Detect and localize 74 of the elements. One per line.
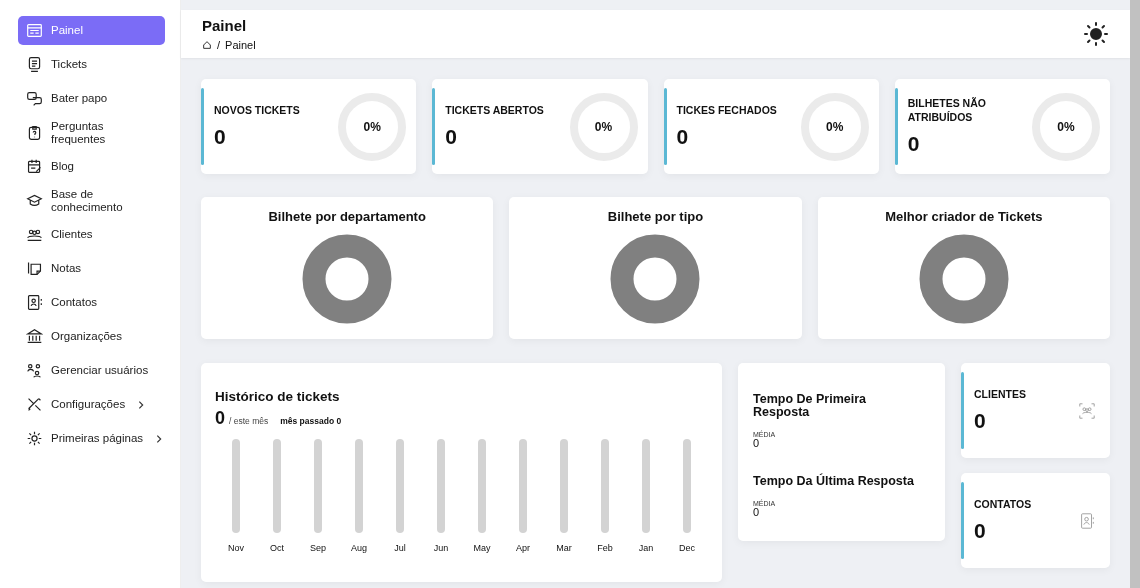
month-label: May (473, 543, 491, 553)
scrollbar[interactable] (1130, 0, 1140, 588)
month-label: Sep (310, 543, 326, 553)
tools-icon (26, 396, 43, 413)
bank-icon (26, 328, 43, 345)
month-label: Jul (394, 543, 406, 553)
previous-month-label: mês passado 0 (280, 416, 342, 426)
sidebar-item[interactable]: Clientes (18, 220, 165, 249)
metric-value: 0 (753, 507, 761, 519)
clipboard-icon (26, 124, 43, 141)
month-label: Aug (351, 543, 367, 553)
page-title: Painel (202, 17, 248, 34)
sidebar-item[interactable]: Organizações (18, 322, 165, 351)
counter-label: CONTATOS (974, 497, 1033, 512)
stat-value: 0 (445, 125, 458, 150)
month-label: Mar (556, 543, 572, 553)
sidebar-item[interactable]: Painel (18, 16, 165, 45)
chevron-right-icon (155, 433, 164, 444)
history-count: 0 (215, 408, 225, 429)
month-label: Oct (270, 543, 284, 553)
sidebar-item[interactable]: Bater papo (18, 84, 165, 113)
percent-label: 0% (594, 119, 613, 134)
gear-icon (26, 430, 43, 447)
sun-icon[interactable] (1084, 22, 1108, 46)
month-label: Dec (679, 543, 695, 553)
stat-label: TICKETS ABERTOS (445, 103, 545, 118)
note-icon (26, 260, 43, 277)
percent-label: 0% (1057, 119, 1075, 134)
percent-label: 0% (826, 119, 844, 134)
period-label: / este mês (229, 416, 269, 426)
sidebar-item[interactable]: Configurações (18, 390, 165, 419)
stat-value: 0 (907, 132, 921, 157)
month-label: Nov (228, 543, 244, 553)
user-group-icon (26, 362, 43, 379)
sidebar-item[interactable]: Blog (18, 152, 165, 181)
graduation-cap-icon (26, 192, 43, 209)
calendar-icon (26, 158, 43, 175)
home-icon[interactable] (202, 40, 212, 50)
sidebar-item[interactable]: Gerenciar usuários (18, 356, 165, 385)
sidebar-item[interactable]: Tickets (18, 50, 165, 79)
chart-title: Bilhete por departamento (268, 209, 426, 224)
chat-icon (26, 90, 43, 107)
sidebar-item[interactable]: Base de conhecimento (18, 186, 165, 215)
users-icon (1078, 401, 1096, 420)
counter-value: 0 (974, 519, 987, 544)
breadcrumb-item: Painel (225, 39, 256, 51)
counter-value: 0 (974, 409, 987, 434)
sidebar-item[interactable]: Primeiras páginas (18, 424, 165, 453)
stat-label: NOVOS TICKETS (214, 103, 301, 118)
metric-title: Tempo Da Última Resposta (753, 475, 915, 489)
sidebar-item[interactable]: Contatos (18, 288, 165, 317)
dashboard-icon (26, 22, 43, 39)
contact-card-icon (26, 294, 43, 311)
sidebar-item[interactable]: Perguntas frequentes (18, 118, 165, 147)
month-label: Jun (433, 543, 449, 553)
metric-title: Tempo De Primeira Resposta (753, 393, 867, 420)
percent-label: 0% (363, 119, 381, 134)
chevron-right-icon (137, 399, 146, 410)
month-label: Jan (638, 543, 654, 553)
history-title: Histórico de tickets (215, 389, 341, 404)
sidebar-item[interactable]: Notas (18, 254, 165, 283)
metric-value: 0 (753, 438, 761, 450)
contact-card-icon (1078, 511, 1096, 530)
counter-label: CLIENTES (974, 387, 1027, 402)
chart-title: Melhor criador de Tickets (885, 209, 1043, 224)
stat-value: 0 (676, 125, 690, 150)
stat-label: TICKES FECHADOS (676, 103, 778, 118)
stat-label: BILHETES NÃO ATRIBUÍDOS (907, 96, 987, 125)
month-label: Apr (516, 543, 530, 553)
chart-title: Bilhete por tipo (607, 209, 704, 224)
stat-value: 0 (214, 125, 227, 150)
month-label: Feb (597, 543, 613, 553)
monitor-icon (26, 56, 43, 73)
breadcrumb-separator: / (217, 39, 221, 51)
